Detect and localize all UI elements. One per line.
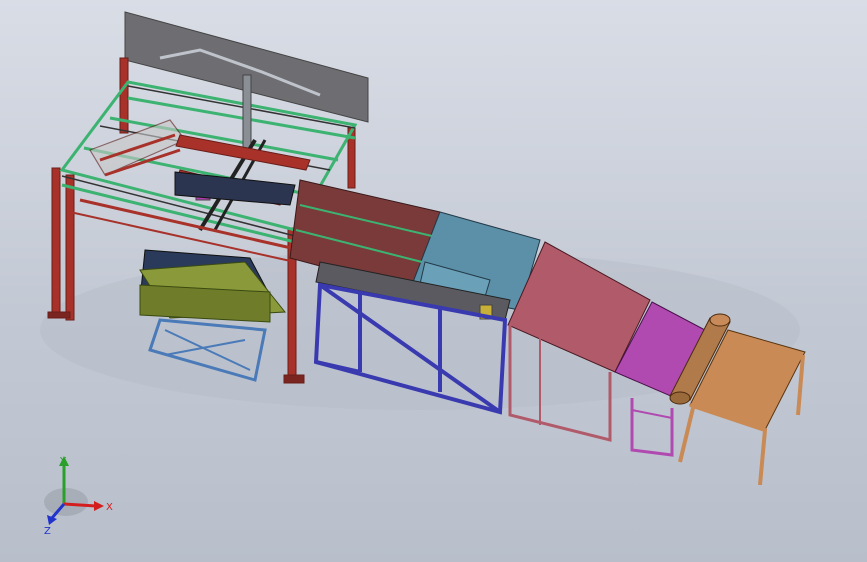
x-axis-label: X bbox=[106, 502, 113, 513]
x-axis-arrow bbox=[63, 502, 97, 508]
input-table-top bbox=[174, 171, 296, 206]
cad-model-scene[interactable] bbox=[0, 0, 867, 562]
x-axis-head bbox=[94, 501, 104, 511]
y-axis-label: Y bbox=[59, 456, 67, 467]
z-axis-label: Z bbox=[44, 526, 51, 537]
cad-viewport[interactable]: Y X Z bbox=[0, 0, 867, 562]
coordinate-triad[interactable]: Y X Z bbox=[30, 452, 120, 537]
triad-plane bbox=[44, 488, 88, 516]
